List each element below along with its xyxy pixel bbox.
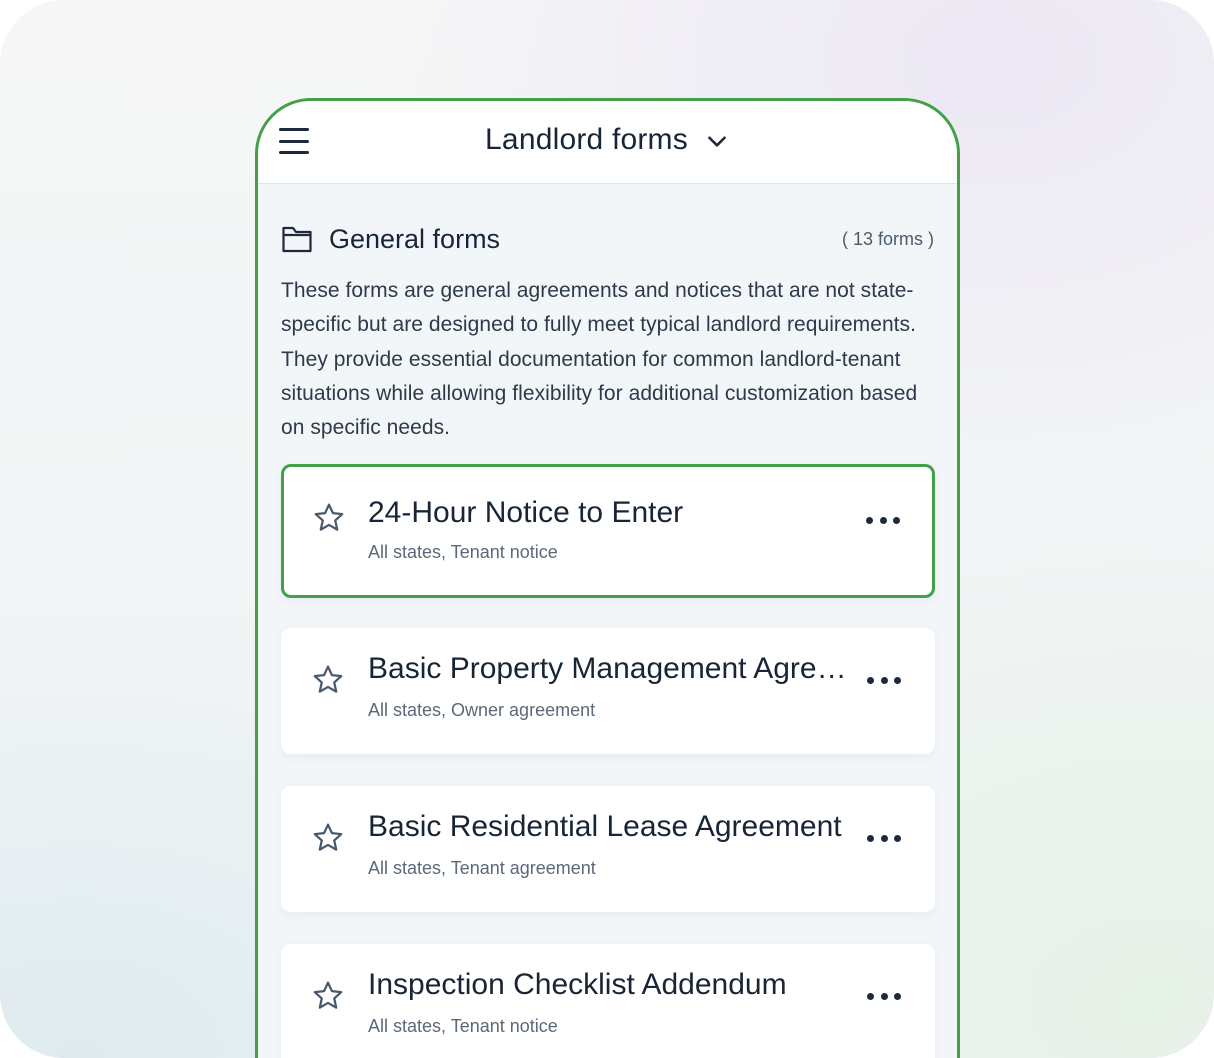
form-meta: All states, Owner agreement bbox=[368, 700, 596, 721]
form-card-3[interactable]: Basic Residential Lease Agreement All st… bbox=[281, 786, 935, 913]
form-card-4[interactable]: Inspection Checklist Addendum All states… bbox=[281, 944, 935, 1058]
form-meta: All states, Tenant notice bbox=[368, 1016, 558, 1037]
page-title: Landlord forms bbox=[485, 123, 688, 156]
star-outline-icon[interactable] bbox=[311, 979, 345, 1013]
star-outline-icon[interactable] bbox=[311, 663, 345, 697]
form-list: 24-Hour Notice to Enter All states, Tena… bbox=[281, 464, 935, 1058]
form-name: Basic Property Management Agreement bbox=[368, 652, 848, 686]
section-title: General forms bbox=[329, 223, 501, 254]
form-card-1[interactable]: 24-Hour Notice to Enter All states, Tena… bbox=[281, 464, 935, 599]
form-category-dropdown[interactable]: Landlord forms bbox=[258, 123, 957, 157]
form-name: Basic Residential Lease Agreement bbox=[368, 810, 842, 844]
form-meta: All states, Tenant agreement bbox=[368, 858, 596, 879]
form-meta: All states, Tenant notice bbox=[368, 542, 558, 563]
main-content: General forms ( 13 forms ) These forms a… bbox=[258, 221, 957, 1058]
form-count: ( 13 forms ) bbox=[841, 228, 934, 249]
form-card-2[interactable]: Basic Property Management Agreement All … bbox=[281, 628, 935, 755]
mobile-app-frame: Landlord forms General forms ( 13 forms … bbox=[255, 98, 960, 1058]
section-header: General forms ( 13 forms ) bbox=[281, 221, 934, 257]
more-horizontal-icon[interactable] bbox=[867, 674, 901, 686]
more-horizontal-icon[interactable] bbox=[867, 832, 901, 844]
star-outline-icon[interactable] bbox=[312, 501, 346, 535]
chevron-down-icon bbox=[708, 136, 726, 147]
form-name: Inspection Checklist Addendum bbox=[368, 968, 787, 1002]
section-description: These forms are general agreements and n… bbox=[281, 279, 918, 440]
folder-icon bbox=[282, 226, 312, 253]
more-horizontal-icon[interactable] bbox=[867, 990, 901, 1002]
top-app-bar: Landlord forms bbox=[258, 101, 957, 184]
star-outline-icon[interactable] bbox=[311, 821, 345, 855]
form-name: 24-Hour Notice to Enter bbox=[368, 496, 684, 530]
more-horizontal-icon[interactable] bbox=[866, 514, 900, 526]
